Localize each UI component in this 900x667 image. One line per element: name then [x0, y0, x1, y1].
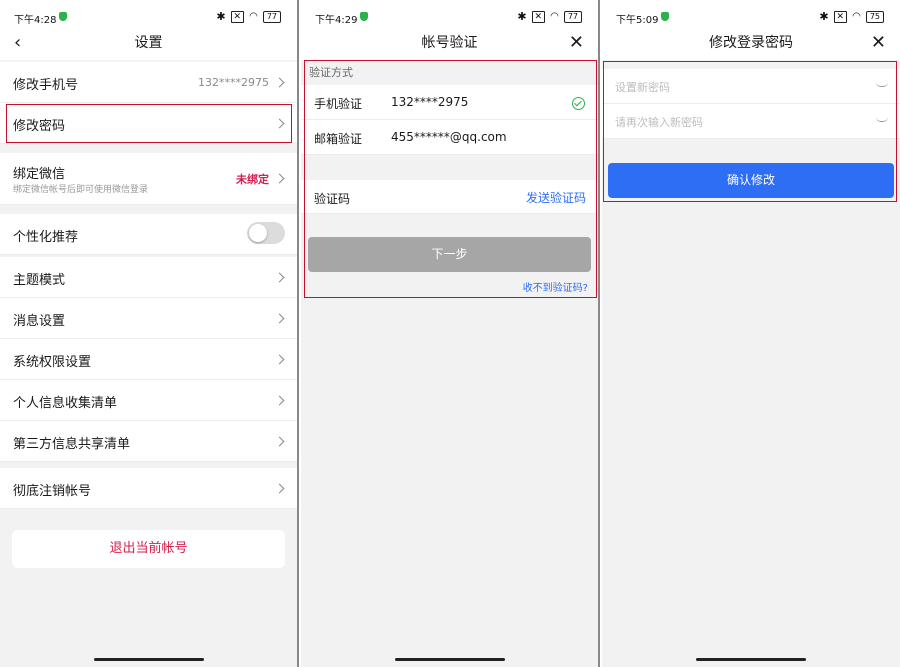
email-verify-row[interactable]: 邮箱验证 455******@qq.com [301, 120, 598, 155]
verify-code-row: 验证码 发送验证码 [301, 180, 598, 214]
phone-verify-value: 132****2975 [391, 95, 469, 109]
home-indicator [93, 658, 204, 661]
verify-method-header: 验证方式 [301, 62, 598, 86]
permissions-label: 系统权限设置 [13, 355, 92, 370]
battery-icon: 77 [262, 10, 281, 23]
bind-wechat-row[interactable]: 绑定微信 绑定微信帐号后即可使用微信登录 未绑定 [0, 153, 297, 205]
chevron-right-icon [274, 118, 285, 129]
page-title: 修改登录密码 [709, 35, 793, 51]
phone-value: 132****2975 [198, 76, 269, 89]
home-indicator [394, 658, 505, 661]
theme-label: 主题模式 [13, 273, 66, 288]
wifi-icon: ◠ [550, 11, 559, 22]
check-circle-icon [572, 97, 585, 110]
next-step-button[interactable]: 下一步 [308, 237, 591, 272]
change-phone-row[interactable]: 修改手机号 132****2975 [0, 62, 297, 103]
page-title: 帐号验证 [421, 35, 478, 51]
chevron-right-icon [274, 77, 285, 88]
change-password-label: 修改密码 [13, 119, 66, 134]
account-verify-screen: 下午4:29 ✱ ✕ ◠ 77 帐号验证 ✕ 验证方式 手机验证 132****… [301, 0, 600, 667]
no-code-link[interactable]: 收不到验证码? [523, 279, 588, 294]
info-list-label: 个人信息收集清单 [13, 396, 118, 411]
change-phone-label: 修改手机号 [13, 78, 79, 93]
wifi-icon: ◠ [249, 11, 258, 22]
cancel-account-label: 彻底注销帐号 [13, 484, 92, 499]
bluetooth-icon: ✱ [819, 10, 829, 23]
personal-recommend-toggle[interactable] [247, 222, 285, 244]
shield-icon [661, 12, 669, 21]
new-password-field[interactable]: 设置新密码 [602, 69, 900, 104]
bind-wechat-sub: 绑定微信帐号后即可使用微信登录 [13, 185, 149, 195]
chevron-right-icon [274, 354, 285, 365]
messages-row[interactable]: 消息设置 [0, 298, 297, 339]
sim-icon: ✕ [531, 10, 546, 23]
battery-icon: 75 [865, 10, 884, 23]
home-indicator [696, 658, 806, 661]
page-title: 设置 [134, 35, 163, 51]
personal-recommend-label: 个性化推荐 [13, 230, 79, 245]
eye-closed-icon[interactable] [876, 117, 888, 122]
confirm-change-button[interactable]: 确认修改 [608, 163, 894, 198]
change-password-row[interactable]: 修改密码 [0, 103, 297, 144]
chevron-right-icon [274, 173, 285, 184]
chevron-right-icon [274, 395, 285, 406]
status-time: 下午4:28 [14, 15, 57, 26]
phone-verify-label: 手机验证 [314, 97, 363, 111]
permissions-row[interactable]: 系统权限设置 [0, 339, 297, 380]
wifi-icon: ◠ [852, 11, 861, 22]
sim-icon: ✕ [833, 10, 848, 23]
send-code-button[interactable]: 发送验证码 [526, 189, 586, 206]
shield-icon [59, 12, 67, 21]
email-verify-value: 455******@qq.com [391, 130, 507, 144]
status-time: 下午5:09 [616, 15, 659, 26]
confirm-password-field[interactable]: 请再次输入新密码 [602, 104, 900, 139]
phone-verify-row[interactable]: 手机验证 132****2975 [301, 85, 598, 120]
third-party-label: 第三方信息共享清单 [13, 437, 131, 452]
confirm-password-placeholder: 请再次输入新密码 [615, 116, 703, 129]
chevron-right-icon [274, 272, 285, 283]
chevron-right-icon [274, 483, 285, 494]
new-password-placeholder: 设置新密码 [615, 81, 670, 94]
third-party-row[interactable]: 第三方信息共享清单 [0, 421, 297, 462]
eye-closed-icon[interactable] [876, 82, 888, 87]
settings-screen: 下午4:28 ✱ ✕ ◠ 77 ‹ 设置 修改手机号 132****2975 修… [0, 0, 299, 667]
bluetooth-icon: ✱ [216, 10, 226, 23]
messages-label: 消息设置 [13, 314, 66, 329]
cancel-account-row[interactable]: 彻底注销帐号 [0, 468, 297, 509]
logout-button[interactable]: 退出当前帐号 [12, 530, 285, 568]
bluetooth-icon: ✱ [517, 10, 527, 23]
change-password-screen: 下午5:09 ✱ ✕ ◠ 75 修改登录密码 ✕ 设置新密码 请再次输入新密码 … [602, 0, 900, 667]
title-bar: 修改登录密码 ✕ [602, 26, 900, 60]
toggle-knob [249, 224, 267, 242]
back-arrow-icon[interactable]: ‹ [14, 26, 21, 60]
title-bar: ‹ 设置 [0, 26, 297, 60]
title-bar: 帐号验证 ✕ [301, 26, 598, 60]
email-verify-label: 邮箱验证 [314, 132, 363, 146]
verify-code-label: 验证码 [314, 192, 351, 206]
battery-icon: 77 [563, 10, 582, 23]
shield-icon [360, 12, 368, 21]
chevron-right-icon [274, 313, 285, 324]
personal-recommend-row: 个性化推荐 [0, 214, 297, 255]
info-list-row[interactable]: 个人信息收集清单 [0, 380, 297, 421]
status-time: 下午4:29 [315, 15, 358, 26]
close-icon[interactable]: ✕ [569, 26, 584, 60]
bind-wechat-label: 绑定微信 [13, 167, 66, 182]
chevron-right-icon [274, 436, 285, 447]
theme-row[interactable]: 主题模式 [0, 257, 297, 298]
sim-icon: ✕ [230, 10, 245, 23]
wechat-status-badge: 未绑定 [236, 173, 269, 186]
close-icon[interactable]: ✕ [871, 26, 886, 60]
